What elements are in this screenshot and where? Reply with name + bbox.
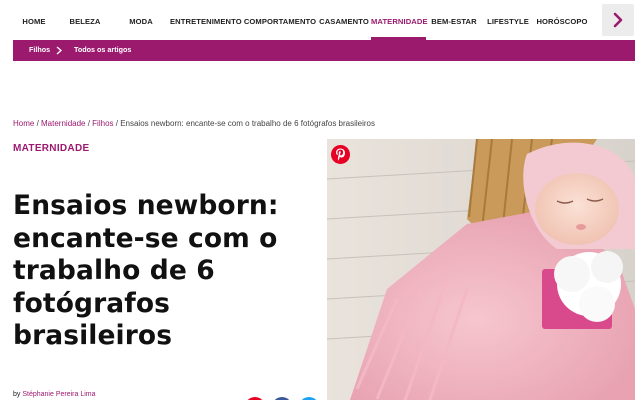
- nav-item-casamento[interactable]: CASAMENTO: [318, 0, 370, 40]
- nav-item-beleza[interactable]: BELEZA: [68, 0, 102, 40]
- chevron-right-icon: [56, 46, 62, 55]
- nav-item-home[interactable]: HOME: [18, 0, 50, 40]
- article-category[interactable]: MATERNIDADE: [13, 143, 89, 154]
- breadcrumb-current: Ensaios newborn: encante-se com o trabal…: [120, 119, 375, 128]
- pinterest-save-button[interactable]: [331, 145, 350, 164]
- breadcrumb-home[interactable]: Home: [13, 119, 34, 128]
- breadcrumb-maternidade[interactable]: Maternidade: [41, 119, 85, 128]
- author-link[interactable]: Stéphanie Pereira Lima: [22, 391, 95, 398]
- nav-item-bem-estar[interactable]: BEM-ESTAR: [430, 0, 478, 40]
- nav-item-maternidade[interactable]: MATERNIDADE: [371, 0, 428, 40]
- byline-prefix: by: [13, 391, 23, 398]
- breadcrumb-filhos[interactable]: Filhos: [92, 119, 113, 128]
- article-byline: by Stéphanie Pereira Lima: [13, 391, 96, 398]
- pinterest-icon: [336, 148, 345, 161]
- sub-navigation: Filhos Todos os artigos: [13, 40, 635, 61]
- nav-item-horoscopo[interactable]: HORÓSCOPO: [536, 0, 588, 40]
- nav-item-entretenimento[interactable]: ENTRETENIMENTO: [170, 0, 242, 40]
- nav-next-button[interactable]: [602, 4, 634, 36]
- nav-item-moda[interactable]: MODA: [126, 0, 156, 40]
- top-navigation: HOME BELEZA MODA ENTRETENIMENTO COMPORTA…: [0, 0, 640, 40]
- nav-item-comportamento[interactable]: COMPORTAMENTO: [243, 0, 317, 40]
- hero-image-baby: [327, 139, 635, 400]
- subnav-item-todos-os-artigos[interactable]: Todos os artigos: [74, 40, 131, 60]
- subnav-item-filhos[interactable]: Filhos: [29, 40, 50, 60]
- breadcrumb: Home / Maternidade / Filhos / Ensaios ne…: [13, 119, 375, 128]
- chevron-right-icon: [613, 12, 623, 28]
- breadcrumb-separator: /: [34, 119, 42, 128]
- article-title: Ensaios newborn: encante-se com o trabal…: [13, 190, 279, 352]
- nav-item-lifestyle[interactable]: LIFESTYLE: [486, 0, 530, 40]
